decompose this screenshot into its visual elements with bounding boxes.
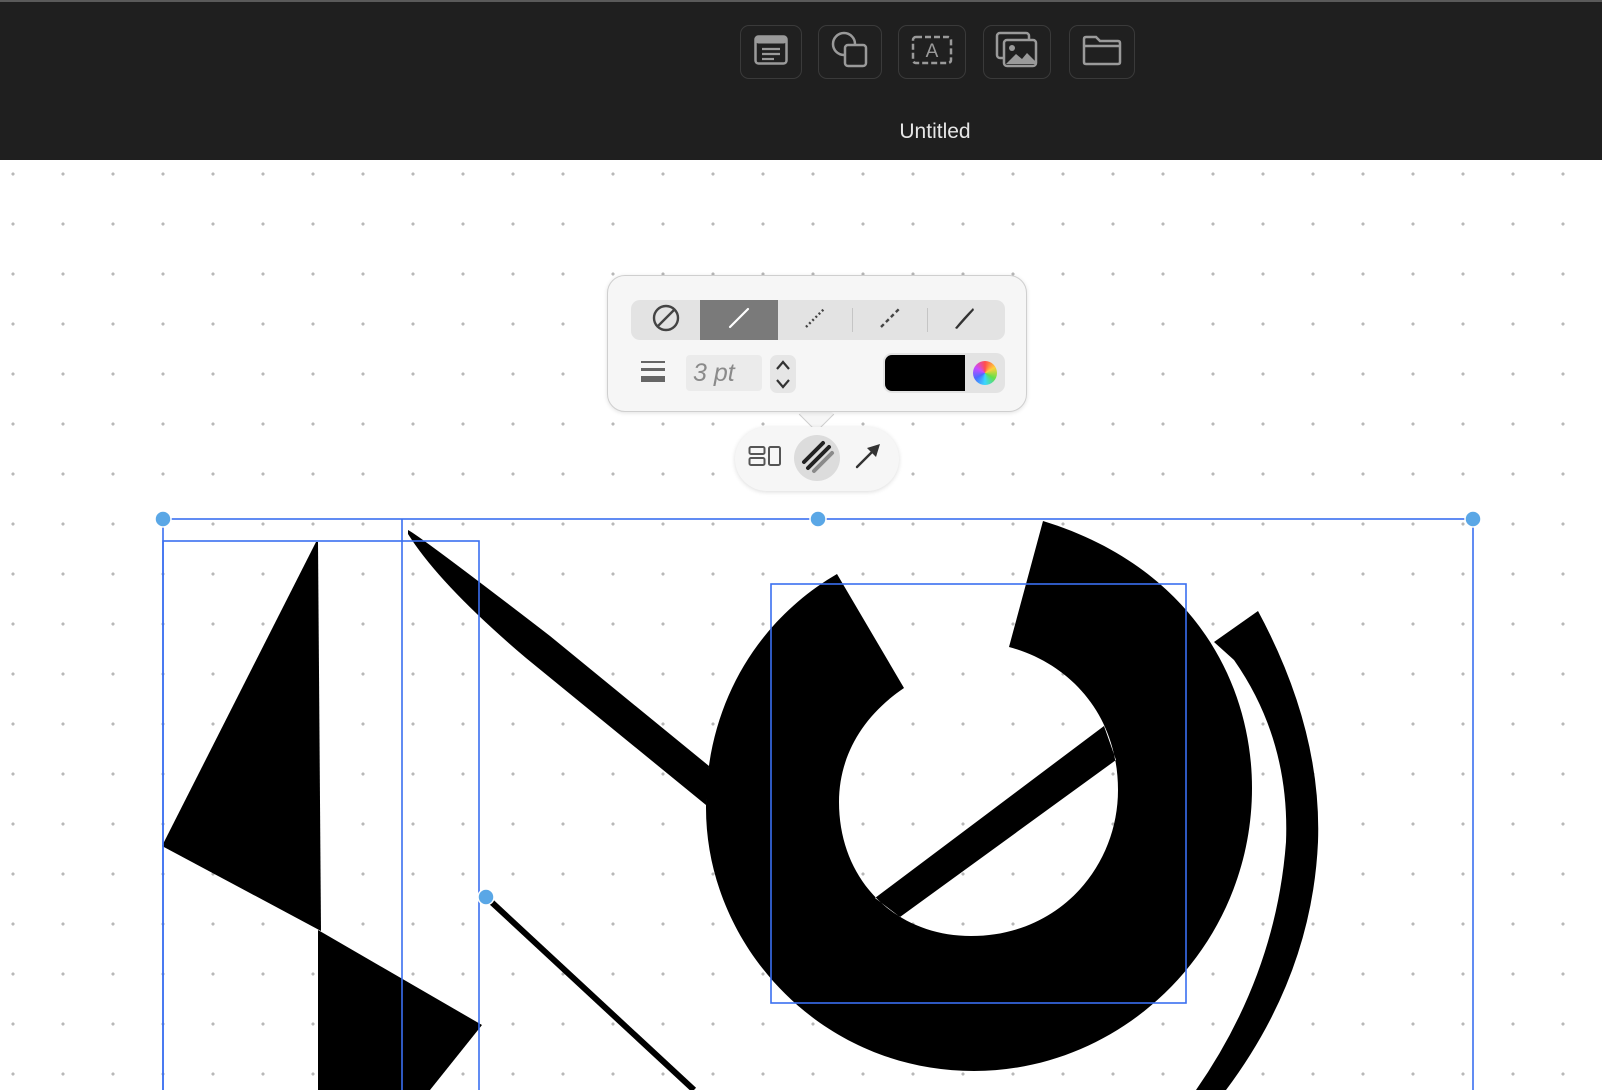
shape-thin-line — [483, 894, 697, 1090]
chevron-up-icon[interactable] — [775, 358, 791, 376]
line-width-field[interactable]: 3 pt — [686, 355, 762, 391]
arrow-button[interactable] — [845, 435, 891, 481]
media-button[interactable] — [983, 25, 1051, 79]
shapes-icon — [830, 30, 870, 75]
arrange-icon — [748, 444, 782, 473]
shape-context-bar — [735, 427, 899, 491]
svg-text:A: A — [926, 41, 939, 62]
dotted-line-icon — [800, 303, 830, 338]
dashed-line-icon — [875, 303, 905, 338]
line-style-segmented-control — [631, 300, 1005, 340]
shapes-button[interactable] — [818, 25, 882, 79]
stroke-color-well[interactable] — [883, 353, 1005, 393]
photo-gallery-icon — [995, 31, 1039, 74]
shape-left-lower — [318, 930, 482, 1090]
style-none-button[interactable] — [631, 300, 700, 340]
solid-line-icon — [724, 303, 754, 338]
chevron-down-icon[interactable] — [775, 377, 791, 395]
arrow-icon — [853, 441, 883, 476]
arrange-button[interactable] — [742, 435, 788, 481]
document-title: Untitled — [899, 120, 971, 143]
line-style-popover: 3 pt — [607, 275, 1027, 412]
color-wheel-icon[interactable] — [973, 361, 997, 385]
folder-button[interactable] — [1069, 25, 1135, 79]
shape-diagonal-blade — [408, 530, 709, 805]
no-line-icon — [651, 303, 681, 338]
folder-icon — [1082, 34, 1122, 71]
style-dotted-button[interactable] — [778, 300, 852, 340]
stroke-color-swatch[interactable] — [885, 355, 965, 391]
line-style-button[interactable] — [794, 435, 840, 481]
shape-ring — [706, 521, 1252, 1071]
line-style-icon — [799, 438, 835, 479]
style-dashed-button[interactable] — [853, 300, 927, 340]
style-solid-button[interactable] — [700, 300, 778, 340]
text-box-icon — [754, 34, 788, 70]
style-brush-button[interactable] — [928, 300, 1000, 340]
shape-left-triangle — [162, 542, 321, 931]
text-button[interactable]: A — [898, 25, 966, 79]
line-width-stepper[interactable] — [770, 355, 796, 393]
top-toolbar: A Untitled — [0, 0, 1602, 160]
line-width-icon — [641, 359, 665, 392]
brush-stroke-icon — [949, 303, 979, 338]
text-letter-icon: A — [911, 34, 953, 71]
text-box-button[interactable] — [740, 25, 802, 79]
